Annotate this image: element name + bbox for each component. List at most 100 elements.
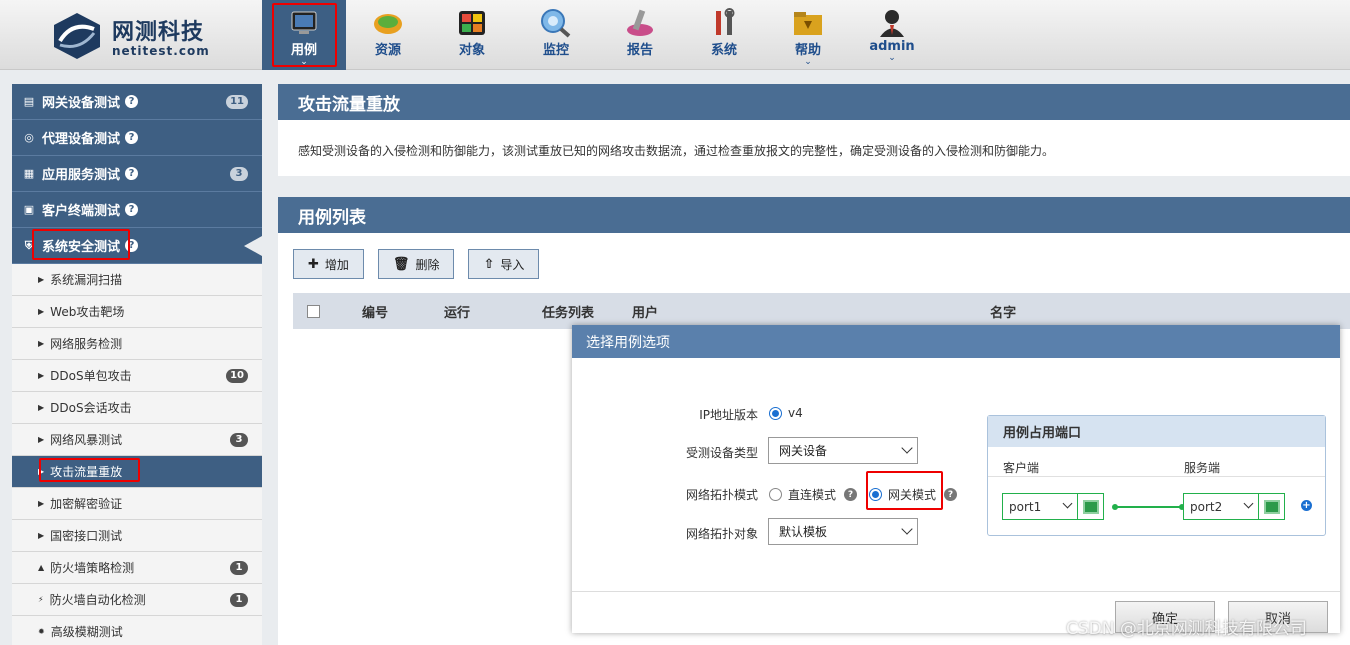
count-badge: 3 [230, 166, 248, 181]
toolbar: ✚ 增加 🗑 删除 ⇧ 导入 [278, 233, 1350, 279]
ip-version-v4[interactable]: v4 [769, 406, 803, 420]
add-button[interactable]: ✚ 增加 [293, 249, 364, 279]
main-nav: 用例 ⌄ 资源 对象 监控 报告 系统 帮助 ⌄ admin ⌄ [262, 0, 934, 70]
sidebar-item-crypto[interactable]: ▶ 加密解密验证 [12, 488, 262, 520]
nav-report[interactable]: 报告 [598, 0, 682, 70]
nav-help[interactable]: 帮助 ⌄ [766, 0, 850, 70]
nav-system[interactable]: 系统 [682, 0, 766, 70]
report-icon [623, 8, 657, 38]
sidebar-item-web-attack[interactable]: ▶ Web攻击靶场 [12, 296, 262, 328]
sidebar-item-fw-policy[interactable]: ▲ 防火墙策略检测 1 [12, 552, 262, 584]
nav-resource[interactable]: 资源 [346, 0, 430, 70]
nav-label: admin [869, 39, 915, 54]
sidebar-item-vuln-scan[interactable]: ▶ 系统漏洞扫描 [12, 264, 262, 296]
chevron-down-icon: ⌄ [804, 57, 812, 67]
caret-right-icon: ▶ [38, 531, 45, 540]
column-header[interactable]: 用户 [632, 302, 658, 321]
sidebar-item-label: 防火墙策略检测 [50, 561, 135, 575]
add-port-icon[interactable]: + [1301, 500, 1312, 511]
sidebar-cat-security[interactable]: ⛨ 系统安全测试 ? [12, 228, 262, 264]
plus-icon: ✚ [308, 256, 319, 272]
page-title: 攻击流量重放 [278, 84, 1350, 120]
help-icon[interactable]: ? [125, 167, 139, 180]
chevron-down-icon [901, 523, 913, 535]
object-icon [455, 8, 489, 38]
nav-label: 报告 [626, 43, 653, 58]
client-port-select[interactable]: port1 [1002, 493, 1078, 520]
chevron-down-icon [1062, 498, 1073, 509]
ports-title: 用例占用端口 [988, 416, 1325, 447]
server-icon: ▤ [23, 95, 35, 108]
device-type-select[interactable]: 网关设备 [768, 437, 918, 464]
description-panel: 攻击流量重放 感知受测设备的入侵检测和防御能力，该测试重放已知的网络攻击数据流，… [278, 84, 1350, 176]
chevron-down-icon [1243, 498, 1254, 509]
nav-testcase[interactable]: 用例 ⌄ [262, 0, 346, 70]
select-all-checkbox[interactable] [307, 304, 320, 318]
column-header[interactable]: 名字 [990, 302, 1016, 321]
select-value: 网关设备 [779, 444, 828, 458]
count-badge: 1 [230, 592, 248, 607]
radio-selected[interactable] [769, 406, 782, 420]
sidebar-item-label: 网络风暴测试 [50, 433, 123, 447]
sidebar-item-label: 防火墙自动化检测 [49, 593, 146, 607]
sidebar-cat-label: 网关设备测试 [42, 96, 121, 111]
app-icon: ▦ [23, 167, 35, 180]
monitor-icon [539, 8, 573, 38]
help-icon[interactable]: ? [944, 488, 958, 501]
caret-right-icon: ▶ [38, 275, 45, 284]
sidebar-cat-client[interactable]: ▣ 客户终端测试 ? [12, 192, 262, 228]
column-header[interactable]: 运行 [444, 302, 470, 321]
sidebar-item-label: DDoS会话攻击 [50, 401, 132, 415]
help-icon[interactable]: ? [125, 131, 139, 144]
ports-box: 用例占用端口 客户端 服务端 port1 port2 + [987, 415, 1326, 536]
nav-monitor[interactable]: 监控 [514, 0, 598, 70]
caret-right-icon: ▶ [38, 403, 45, 412]
sidebar-cat-appservice[interactable]: ▦ 应用服务测试 ? 3 [12, 156, 262, 192]
sidebar-item-fuzz[interactable]: ✹ 高级模糊测试 [12, 616, 262, 645]
count-badge: 1 [230, 560, 248, 575]
server-port-select[interactable]: port2 [1183, 493, 1259, 520]
radio-unselected[interactable] [769, 488, 782, 501]
column-header[interactable]: 任务列表 [542, 302, 594, 321]
sidebar-item-ddos-session[interactable]: ▶ DDoS会话攻击 [12, 392, 262, 424]
sidebar-item-label: 加密解密验证 [50, 497, 123, 511]
chevron-down-icon [901, 442, 913, 454]
port-icon [1078, 493, 1104, 520]
help-icon[interactable]: ? [125, 95, 139, 108]
sidebar-cat-label: 代理设备测试 [42, 132, 121, 147]
topology-direct-option[interactable]: 直连模式 ? [769, 486, 858, 503]
active-notch [244, 236, 262, 256]
sidebar-item-fw-auto[interactable]: ⚡ 防火墙自动化检测 1 [12, 584, 262, 616]
import-button[interactable]: ⇧ 导入 [468, 249, 540, 279]
folder-icon [791, 8, 825, 38]
sidebar: ▤ 网关设备测试 ? 11 ◎ 代理设备测试 ? ▦ 应用服务测试 ? 3 ▣ … [12, 84, 262, 645]
sidebar-cat-gateway[interactable]: ▤ 网关设备测试 ? 11 [12, 84, 262, 120]
topology-target-select[interactable]: 默认模板 [768, 518, 918, 545]
divider [988, 476, 1325, 477]
sidebar-item-label: 高级模糊测试 [50, 625, 123, 639]
sidebar-item-ddos-packet[interactable]: ▶ DDoS单包攻击 10 [12, 360, 262, 392]
help-icon[interactable]: ? [125, 203, 139, 216]
page-description: 感知受测设备的入侵检测和防御能力，该测试重放已知的网络攻击数据流，通过检查重放报… [298, 144, 1055, 158]
logo[interactable]: 网测科技 netitest.com [50, 10, 220, 62]
count-badge: 11 [226, 94, 248, 109]
nav-label: 监控 [542, 43, 569, 58]
help-icon[interactable]: ? [844, 488, 858, 501]
sidebar-item-label: 攻击流量重放 [50, 465, 123, 479]
sidebar-item-sm-api[interactable]: ▶ 国密接口测试 [12, 520, 262, 552]
nav-admin[interactable]: admin ⌄ [850, 0, 934, 70]
topology-gateway-option[interactable]: 网关模式 ? [869, 486, 958, 503]
sidebar-item-replay[interactable]: ▶ 攻击流量重放 [12, 456, 262, 488]
sidebar-item-storm[interactable]: ▶ 网络风暴测试 3 [12, 424, 262, 456]
sidebar-cat-proxy[interactable]: ◎ 代理设备测试 ? [12, 120, 262, 156]
column-header[interactable]: 编号 [362, 302, 388, 321]
button-label: 删除 [415, 257, 440, 272]
delete-button[interactable]: 🗑 删除 [377, 249, 455, 279]
caret-right-icon: ▶ [38, 435, 45, 444]
user-icon [875, 8, 909, 38]
sidebar-cat-label: 系统安全测试 [42, 240, 121, 255]
help-icon[interactable]: ? [125, 239, 139, 252]
nav-object[interactable]: 对象 [430, 0, 514, 70]
sidebar-item-net-service[interactable]: ▶ 网络服务检测 [12, 328, 262, 360]
radio-selected[interactable] [869, 488, 882, 501]
